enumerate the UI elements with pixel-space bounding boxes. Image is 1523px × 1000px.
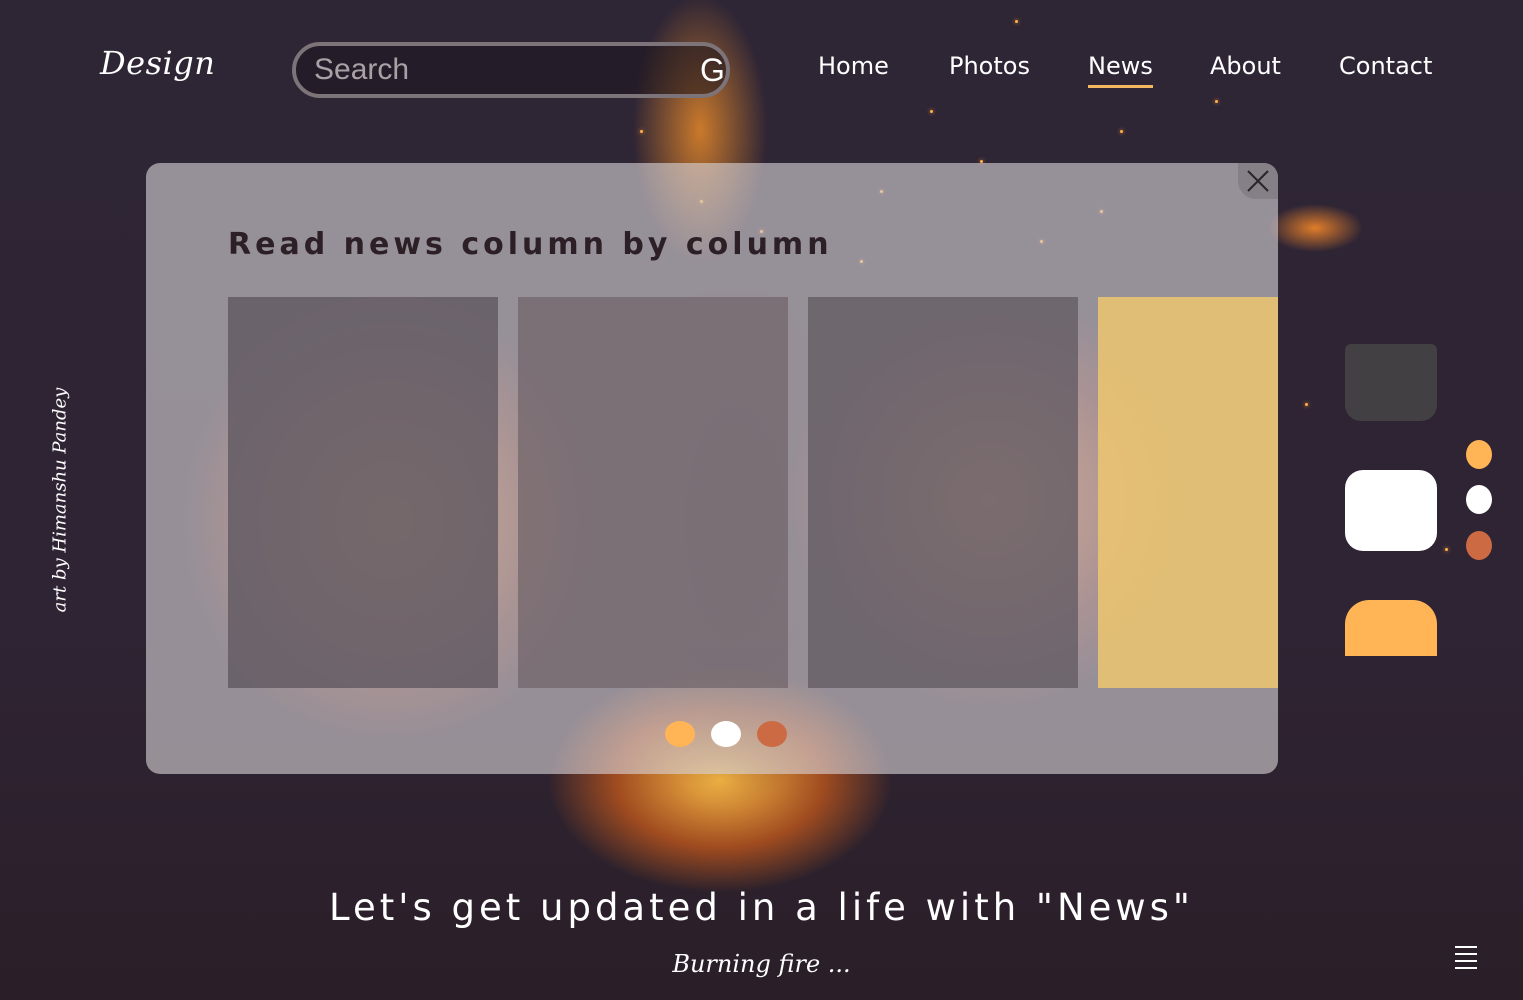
- artist-credit: art by Himanshu Pandey: [49, 387, 71, 613]
- hamburger-menu-icon[interactable]: [1455, 946, 1477, 974]
- palette-dot-rust[interactable]: [1466, 531, 1492, 560]
- subline: Burning fire ...: [672, 950, 851, 978]
- search-input[interactable]: [296, 46, 700, 94]
- modal-title: Read news column by column: [228, 227, 833, 262]
- palette-dot-orange[interactable]: [1466, 440, 1492, 469]
- palette-swatch-dark[interactable]: [1345, 344, 1437, 421]
- news-column-4[interactable]: [1098, 297, 1278, 688]
- palette-dot-white[interactable]: [1466, 485, 1492, 514]
- carousel-dot-2[interactable]: [711, 721, 741, 747]
- nav-item-news[interactable]: News: [1088, 52, 1153, 88]
- nav-item-home[interactable]: Home: [818, 52, 889, 80]
- search-go-button[interactable]: Go: [700, 46, 726, 94]
- nav-item-photos[interactable]: Photos: [949, 52, 1030, 80]
- news-modal: Read news column by column: [146, 163, 1278, 774]
- search-bar: Go: [292, 42, 730, 98]
- carousel-dot-3[interactable]: [757, 721, 787, 747]
- nav-item-contact[interactable]: Contact: [1339, 52, 1432, 80]
- news-column-2[interactable]: [518, 297, 788, 688]
- palette-swatch-white[interactable]: [1345, 470, 1437, 551]
- modal-close-button[interactable]: [1238, 163, 1278, 199]
- nav-item-about[interactable]: About: [1210, 52, 1281, 80]
- palette-swatch-orange[interactable]: [1345, 600, 1437, 656]
- close-icon: [1247, 170, 1269, 192]
- news-column-3[interactable]: [808, 297, 1078, 688]
- carousel-dot-1[interactable]: [665, 721, 695, 747]
- logo[interactable]: Design: [100, 44, 215, 82]
- news-column-1[interactable]: [228, 297, 498, 688]
- carousel-dots: [665, 721, 787, 747]
- tagline: Let's get updated in a life with "News": [329, 886, 1194, 929]
